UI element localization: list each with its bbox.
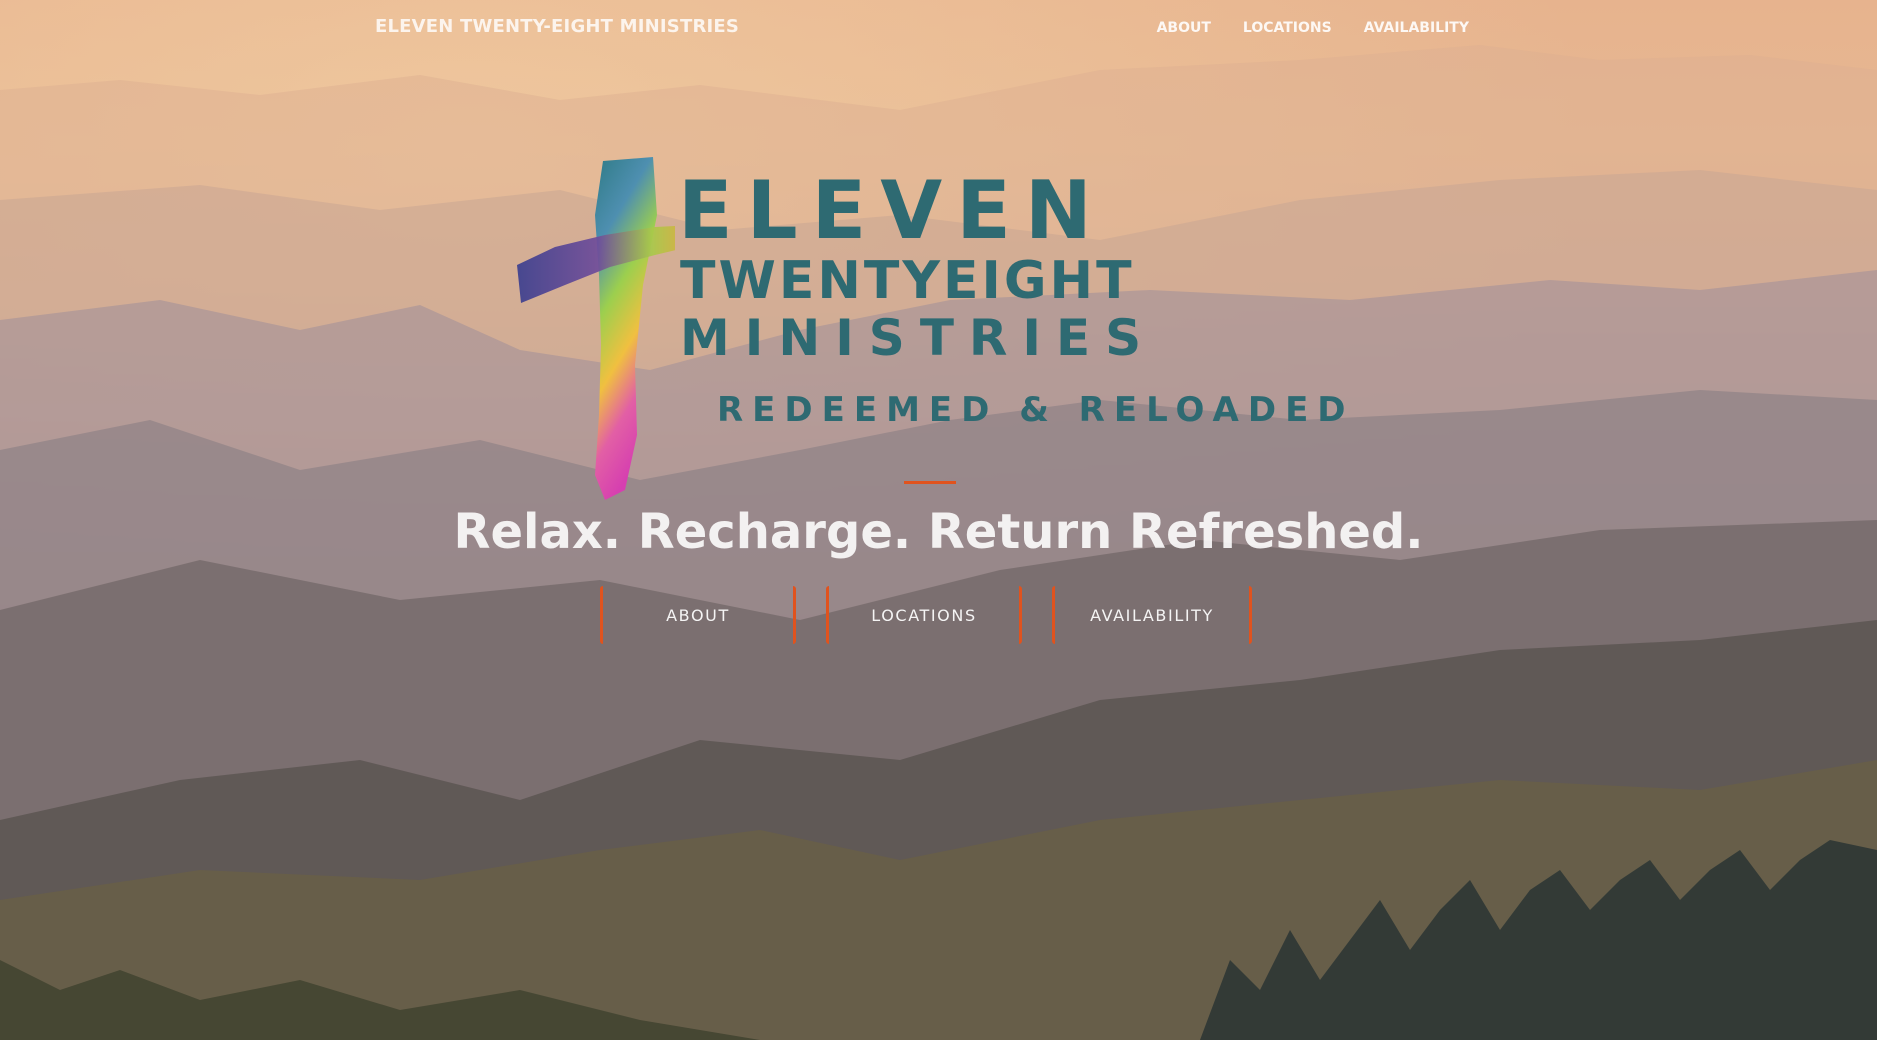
hero-section: ELEVEN TWENTY-EIGHT MINISTRIES ABOUT LOC… xyxy=(0,0,1877,1040)
locations-button[interactable]: LOCATIONS xyxy=(826,586,1022,644)
logo-tagline: REDEEMED & RELOADED xyxy=(717,390,1355,430)
logo-line-1: ELEVEN xyxy=(678,164,1106,257)
about-button[interactable]: ABOUT xyxy=(600,586,796,644)
top-navbar: ELEVEN TWENTY-EIGHT MINISTRIES ABOUT LOC… xyxy=(0,0,1877,58)
hero-tagline: Relax. Recharge. Return Refreshed. xyxy=(453,504,1424,560)
accent-divider xyxy=(904,481,956,484)
top-nav: ABOUT LOCATIONS AVAILABILITY xyxy=(1157,20,1469,36)
cross-icon xyxy=(517,157,675,500)
site-brand[interactable]: ELEVEN TWENTY-EIGHT MINISTRIES xyxy=(375,16,739,37)
logo-line-2: TWENTYEIGHT xyxy=(680,251,1135,311)
nav-about[interactable]: ABOUT xyxy=(1157,20,1211,36)
ministry-logo: ELEVEN TWENTYEIGHT MINISTRIES REDEEMED &… xyxy=(515,155,1346,505)
nav-availability[interactable]: AVAILABILITY xyxy=(1364,20,1469,36)
logo-line-3: MINISTRIES xyxy=(680,309,1157,367)
nav-locations[interactable]: LOCATIONS xyxy=(1243,20,1332,36)
availability-button[interactable]: AVAILABILITY xyxy=(1052,586,1252,644)
cta-buttons: ABOUT LOCATIONS AVAILABILITY xyxy=(600,586,1252,644)
